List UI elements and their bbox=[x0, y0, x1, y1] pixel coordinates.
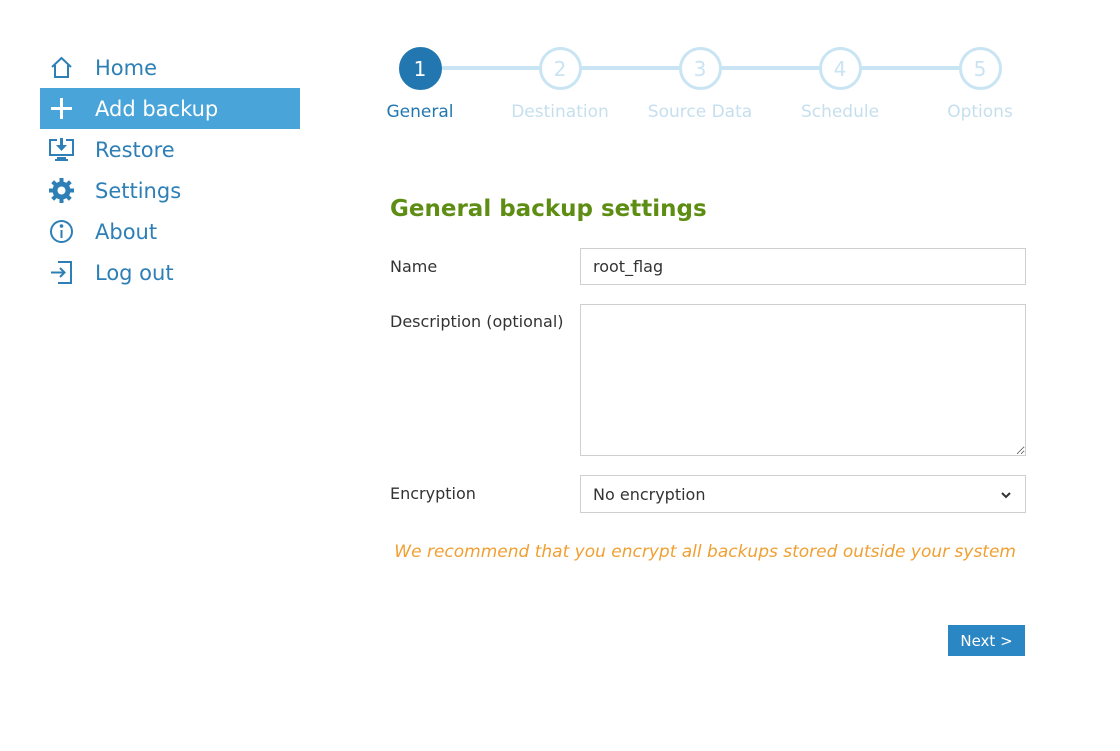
step-number: 2 bbox=[538, 47, 582, 90]
sidebar-item-restore[interactable]: Restore bbox=[40, 129, 300, 170]
description-textarea[interactable] bbox=[580, 304, 1026, 456]
sidebar-item-add-backup[interactable]: Add backup bbox=[40, 88, 300, 129]
sidebar-item-label: About bbox=[95, 219, 158, 244]
step-label: Options bbox=[947, 102, 1013, 122]
name-label: Name bbox=[390, 257, 438, 276]
logout-icon bbox=[48, 259, 75, 286]
gear-icon bbox=[48, 177, 75, 204]
step-label: Source Data bbox=[647, 102, 753, 122]
encryption-select-value: No encryption bbox=[593, 484, 706, 504]
plus-icon bbox=[48, 95, 75, 122]
page: Home Add backup Restore Settings About L… bbox=[0, 0, 1120, 751]
sidebar-item-logout[interactable]: Log out bbox=[40, 252, 300, 293]
step-schedule[interactable]: 4 Schedule bbox=[770, 47, 910, 122]
form-title: General backup settings bbox=[390, 196, 707, 222]
sidebar-item-label: Log out bbox=[95, 260, 174, 285]
step-number: 5 bbox=[958, 47, 1002, 90]
step-source-data[interactable]: 3 Source Data bbox=[630, 47, 770, 122]
chevron-down-icon bbox=[999, 487, 1013, 501]
sidebar-item-label: Restore bbox=[95, 137, 175, 162]
sidebar-item-settings[interactable]: Settings bbox=[40, 170, 300, 211]
restore-icon bbox=[48, 136, 75, 163]
sidebar-item-label: Add backup bbox=[95, 96, 219, 121]
encryption-label: Encryption bbox=[390, 484, 476, 503]
step-destination[interactable]: 2 Destination bbox=[490, 47, 630, 122]
home-icon bbox=[48, 54, 75, 81]
sidebar-nav: Home Add backup Restore Settings About L… bbox=[40, 47, 300, 293]
info-icon bbox=[48, 218, 75, 245]
encryption-warning: We recommend that you encrypt all backup… bbox=[394, 542, 1016, 562]
step-general[interactable]: 1 General bbox=[350, 47, 490, 122]
step-label: Schedule bbox=[800, 102, 880, 122]
wizard-stepper: 1 General 2 Destination 3 Source Data 4 … bbox=[350, 47, 1050, 127]
step-number: 3 bbox=[678, 47, 722, 90]
sidebar-item-label: Settings bbox=[95, 178, 182, 203]
encryption-select[interactable]: No encryption bbox=[580, 475, 1026, 513]
sidebar-item-label: Home bbox=[95, 55, 158, 80]
next-button[interactable]: Next > bbox=[948, 625, 1025, 656]
step-options[interactable]: 5 Options bbox=[910, 47, 1050, 122]
step-number: 4 bbox=[818, 47, 862, 90]
sidebar-item-about[interactable]: About bbox=[40, 211, 300, 252]
step-label: Destination bbox=[511, 102, 609, 122]
sidebar-item-home[interactable]: Home bbox=[40, 47, 300, 88]
step-label: General bbox=[386, 102, 454, 122]
description-label: Description (optional) bbox=[390, 312, 564, 331]
step-number: 1 bbox=[398, 47, 442, 90]
name-input[interactable] bbox=[580, 248, 1026, 285]
